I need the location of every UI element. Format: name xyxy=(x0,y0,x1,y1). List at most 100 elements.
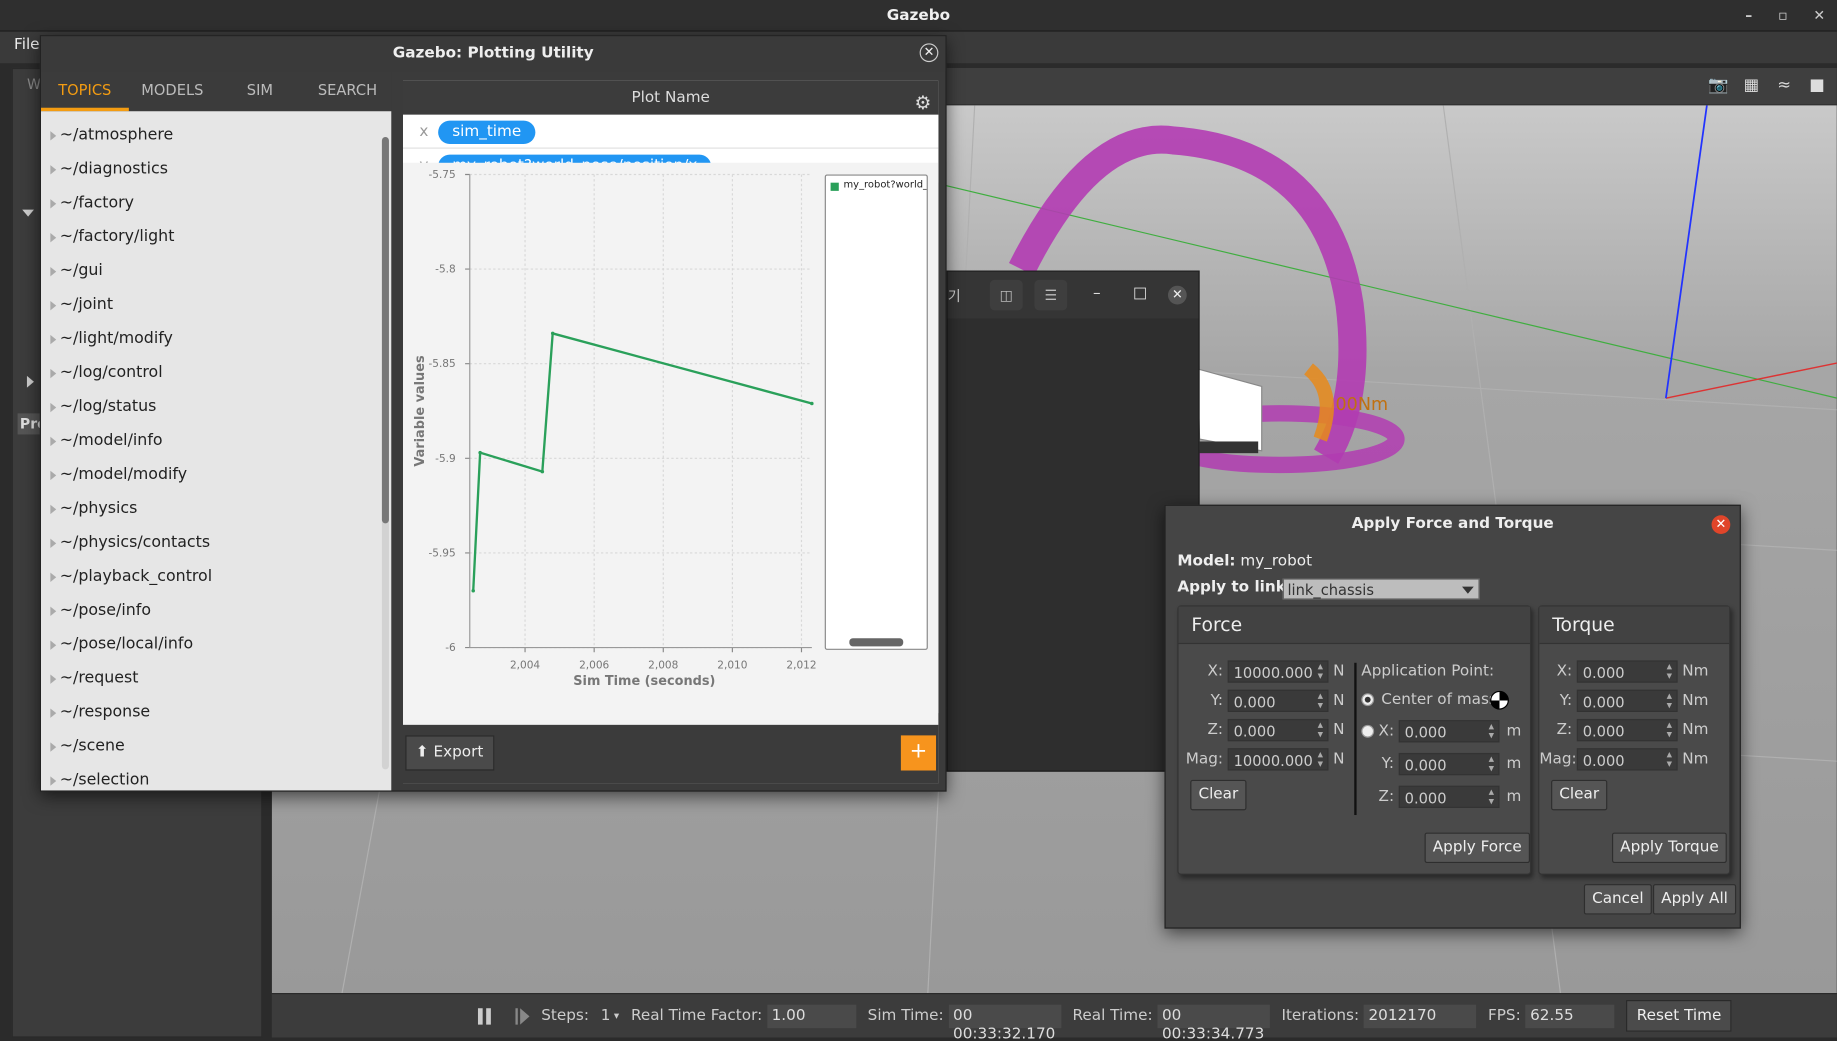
export-button[interactable]: ⬆ Export xyxy=(405,735,494,771)
list-item[interactable]: ~/physics/contacts xyxy=(41,526,391,560)
expand-icon[interactable] xyxy=(50,606,57,616)
list-item[interactable]: ~/factory xyxy=(41,186,391,220)
close-icon[interactable]: ✕ xyxy=(1711,515,1731,534)
close-icon[interactable]: ✕ xyxy=(1813,0,1825,32)
plot-icon[interactable]: ≈ xyxy=(1774,75,1795,96)
expand-icon[interactable] xyxy=(50,233,57,243)
list-item[interactable]: ~/factory/light xyxy=(41,220,391,254)
list-item[interactable]: ~/log/status xyxy=(41,390,391,424)
expand-icon[interactable] xyxy=(50,470,57,481)
chevron-down-icon[interactable] xyxy=(22,209,34,217)
steps-value[interactable]: 1 xyxy=(601,1007,611,1025)
list-item[interactable]: ~/playback_control xyxy=(41,560,391,594)
list-item[interactable]: ~/request xyxy=(41,662,391,696)
minimize-icon[interactable]: – xyxy=(1093,285,1101,303)
expand-icon[interactable] xyxy=(50,538,57,549)
list-item[interactable]: ~/scene xyxy=(41,730,391,764)
camera-icon[interactable]: 📷 xyxy=(1708,75,1729,96)
tab-search[interactable]: SEARCH xyxy=(304,71,392,111)
torque-clear-button[interactable]: Clear xyxy=(1551,779,1608,811)
force-z-input[interactable]: 0.000 ▲ ▼ xyxy=(1227,718,1329,742)
force-y-input[interactable]: 0.000 ▲ ▼ xyxy=(1227,689,1329,712)
x-variable-pill[interactable]: sim_time xyxy=(438,120,536,145)
expand-icon[interactable] xyxy=(50,640,57,650)
add-plot-button[interactable]: + xyxy=(900,735,937,771)
apply-force-button[interactable]: Apply Force xyxy=(1424,832,1530,864)
apply-torque-button[interactable]: Apply Torque xyxy=(1611,832,1727,864)
point-z-input[interactable]: 0.000 ▲ ▼ xyxy=(1398,785,1500,808)
list-item[interactable]: ~/log/control xyxy=(41,356,391,390)
maximize-icon[interactable]: □ xyxy=(1133,285,1147,303)
torque-y-input[interactable]: 0.000 ▲ ▼ xyxy=(1576,689,1678,712)
list-item[interactable]: ~/physics xyxy=(41,492,391,526)
plot-name[interactable]: Plot Name xyxy=(631,89,709,107)
expand-icon[interactable] xyxy=(50,708,57,718)
torque-mag-input[interactable]: 0.000 ▲ ▼ xyxy=(1576,748,1678,771)
torque-z-input[interactable]: 0.000 ▲ ▼ xyxy=(1576,718,1678,742)
left-panel-tab[interactable]: W xyxy=(27,76,41,92)
chevron-down-icon[interactable]: ▾ xyxy=(614,1010,619,1022)
list-item[interactable]: ~/model/info xyxy=(41,424,391,458)
point-x-input[interactable]: 0.000 ▲ ▼ xyxy=(1398,720,1500,743)
cancel-button[interactable]: Cancel xyxy=(1583,884,1652,915)
torque-x-input[interactable]: 0.000 ▲ ▼ xyxy=(1576,660,1678,683)
link-label: Apply to link: xyxy=(1177,578,1292,597)
tab-models[interactable]: MODELS xyxy=(129,71,217,111)
video-icon[interactable]: ■ xyxy=(1806,75,1827,96)
expand-icon[interactable] xyxy=(50,199,57,209)
menu-file[interactable]: File xyxy=(14,36,39,54)
log-icon[interactable]: ▦ xyxy=(1741,75,1762,96)
tab-topics[interactable]: TOPICS xyxy=(41,71,129,112)
minimize-icon[interactable]: – xyxy=(1745,0,1752,32)
pause-icon[interactable] xyxy=(477,1007,492,1025)
reset-time-button[interactable]: Reset Time xyxy=(1626,1000,1732,1032)
chevron-right-icon[interactable] xyxy=(26,375,34,388)
legend-scrollbar[interactable] xyxy=(849,638,904,647)
screenshare-icon[interactable]: ◫ xyxy=(989,279,1023,311)
close-icon[interactable]: ✕ xyxy=(1167,285,1187,305)
link-select[interactable]: link_chassis xyxy=(1282,578,1480,600)
apply-all-button[interactable]: Apply All xyxy=(1652,884,1737,915)
expand-icon[interactable] xyxy=(50,266,57,277)
x-tick-label: 2,010 xyxy=(717,660,747,672)
scrollbar-thumb[interactable] xyxy=(381,137,389,524)
expand-icon[interactable] xyxy=(50,368,57,379)
expand-icon[interactable] xyxy=(50,572,57,582)
expand-icon[interactable] xyxy=(50,334,57,345)
expand-icon[interactable] xyxy=(50,165,57,175)
force-x-input[interactable]: 10000.000 ▲ ▼ xyxy=(1227,660,1329,683)
maximize-icon[interactable]: ▫ xyxy=(1778,0,1788,32)
expand-icon[interactable] xyxy=(50,776,57,786)
expand-icon[interactable] xyxy=(50,436,57,447)
list-item[interactable]: ~/pose/info xyxy=(41,594,391,628)
list-item[interactable]: ~/joint xyxy=(41,288,391,322)
expand-icon[interactable] xyxy=(50,674,57,684)
topic-list-scrollbar[interactable] xyxy=(381,137,389,770)
list-item[interactable]: ~/selection xyxy=(41,763,391,790)
expand-icon[interactable] xyxy=(50,742,57,752)
step-icon[interactable] xyxy=(515,1007,530,1025)
chart-legend: my_robot?world_pose/position/x xyxy=(824,174,928,650)
target-icon[interactable] xyxy=(1490,690,1509,710)
menu-icon[interactable]: ☰ xyxy=(1034,279,1068,311)
tab-sim[interactable]: SIM xyxy=(216,71,304,111)
topic-list: ~/atmosphere ~/diagnostics ~/factory ~/f… xyxy=(41,111,392,791)
expand-icon[interactable] xyxy=(50,300,57,311)
list-item[interactable]: ~/gui xyxy=(41,254,391,288)
list-item[interactable]: ~/model/modify xyxy=(41,458,391,492)
point-y-input[interactable]: 0.000 ▲ ▼ xyxy=(1398,752,1500,776)
list-item[interactable]: ~/atmosphere xyxy=(41,118,391,152)
expand-icon[interactable] xyxy=(50,504,57,515)
force-mag-input[interactable]: 10000.000 ▲ ▼ xyxy=(1227,748,1329,771)
custom-point-radio[interactable] xyxy=(1361,724,1375,738)
center-of-mass-radio[interactable] xyxy=(1361,693,1375,707)
expand-icon[interactable] xyxy=(50,402,57,413)
list-item[interactable]: ~/diagnostics xyxy=(41,152,391,186)
close-icon[interactable]: ✕ xyxy=(919,43,939,63)
list-item[interactable]: ~/pose/local/info xyxy=(41,628,391,662)
line-chart[interactable]: 2,004 2,006 2,008 2,010 2,012 -5.75 -5.8 -5.85 -… xyxy=(402,162,939,714)
expand-icon[interactable] xyxy=(50,131,57,141)
force-clear-button[interactable]: Clear xyxy=(1190,779,1247,811)
list-item[interactable]: ~/light/modify xyxy=(41,322,391,356)
list-item[interactable]: ~/response xyxy=(41,696,391,730)
